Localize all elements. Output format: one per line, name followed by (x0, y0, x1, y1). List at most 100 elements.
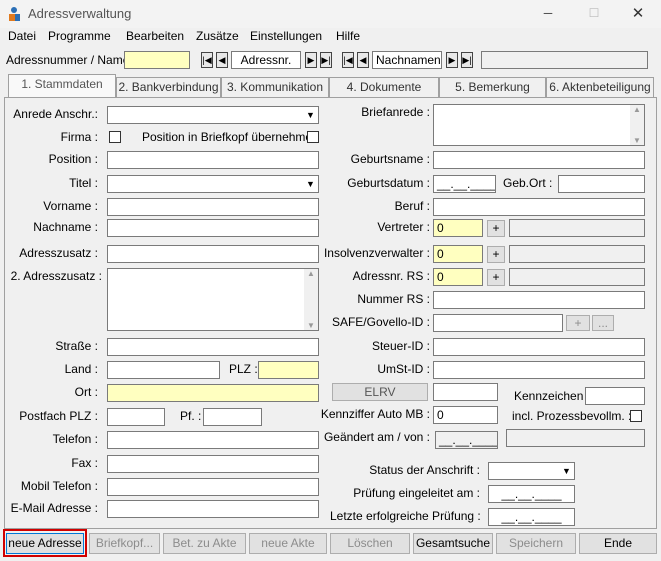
beruf-input[interactable] (433, 198, 645, 216)
last-record-button[interactable]: ▶| (320, 52, 332, 68)
elrv-button[interactable]: ELRV (332, 383, 428, 401)
adressnr-rs-add-button[interactable]: + (487, 269, 505, 286)
neue-adresse-button[interactable]: neue Adresse (6, 533, 84, 554)
telefon-input[interactable] (107, 431, 319, 449)
gesamtsuche-button[interactable]: Gesamtsuche (413, 533, 493, 554)
app-icon (6, 6, 22, 22)
adressnummer-input[interactable] (124, 51, 190, 69)
umst-input[interactable] (433, 361, 645, 379)
prev-record-button[interactable]: ◀ (216, 52, 228, 68)
speichern-button[interactable]: Speichern (496, 533, 576, 554)
nummer-rs-label: Nummer RS : (357, 292, 430, 306)
status-select[interactable]: ▼ (488, 462, 575, 480)
maximize-icon[interactable]: ☐ (584, 6, 604, 22)
tab-aktenbeteiligung[interactable]: 6. Aktenbeteiligung (546, 77, 654, 97)
land-input[interactable] (107, 361, 220, 379)
bet-zu-akte-button[interactable]: Bet. zu Akte (163, 533, 246, 554)
chevron-down-icon: ▼ (558, 463, 574, 479)
menu-bearbeiten[interactable]: Bearbeiten (126, 28, 184, 44)
geburtsdatum-label: Geburtsdatum : (347, 176, 430, 190)
first-record-button[interactable]: |◀ (201, 52, 213, 68)
neue-akte-button[interactable]: neue Akte (249, 533, 327, 554)
titel-select[interactable]: ▼ (107, 175, 319, 193)
loeschen-button[interactable]: Löschen (330, 533, 410, 554)
steuer-input[interactable] (433, 338, 645, 356)
adresszusatz-input[interactable] (107, 245, 319, 263)
close-icon[interactable]: ✕ (628, 4, 648, 22)
pf-input[interactable] (203, 408, 262, 426)
next-record-button[interactable]: ▶ (305, 52, 317, 68)
anrede-select[interactable]: ▼ (107, 106, 319, 124)
email-input[interactable] (107, 500, 319, 518)
pruefung-input[interactable]: __.__.____ (488, 485, 575, 503)
postfach-plz-input[interactable] (107, 408, 165, 426)
title-bar: Adressverwaltung ─ ☐ ✕ (0, 0, 661, 28)
tab-stammdaten[interactable]: 1. Stammdaten (8, 74, 116, 98)
plz-input[interactable] (258, 361, 319, 379)
adressnummer-label: Adressnummer / Name : (6, 53, 137, 67)
postfach-plz-label: Postfach PLZ : (19, 409, 98, 423)
safe-add-button[interactable]: + (566, 315, 590, 331)
insolvenz-add-button[interactable]: + (487, 246, 505, 263)
tab-bankverbindung[interactable]: 2. Bankverbindung (116, 77, 221, 97)
adresszusatz-label: Adresszusatz : (19, 246, 98, 260)
menu-einstellungen[interactable]: Einstellungen (250, 28, 322, 44)
geburtsdatum-input[interactable]: __.__.____ (433, 175, 496, 193)
menu-hilfe[interactable]: Hilfe (336, 28, 360, 44)
tab-kommunikation[interactable]: 3. Kommunikation (221, 77, 329, 97)
insolvenz-input[interactable]: 0 (433, 245, 483, 263)
adressnr-sort-label[interactable]: Adressnr. (231, 51, 301, 69)
prozess-checkbox[interactable] (630, 410, 642, 422)
kennzeichen-input[interactable] (585, 387, 645, 405)
position-briefkopf-checkbox[interactable] (307, 131, 319, 143)
safe-input[interactable] (433, 314, 563, 332)
nachname-sort-label[interactable]: Nachnamen (372, 51, 442, 69)
prev-name-button[interactable]: ◀ (357, 52, 369, 68)
vertreter-input[interactable]: 0 (433, 219, 483, 237)
land-label: Land : (64, 362, 98, 376)
strasse-input[interactable] (107, 338, 319, 356)
geb-ort-input[interactable] (558, 175, 645, 193)
tab-dokumente[interactable]: 4. Dokumente (329, 77, 439, 97)
briefkopf-button[interactable]: Briefkopf... (89, 533, 160, 554)
ende-button[interactable]: Ende (579, 533, 657, 554)
vorname-input[interactable] (107, 198, 319, 216)
adressnr-rs-input[interactable]: 0 (433, 268, 483, 286)
next-name-button[interactable]: ▶ (446, 52, 458, 68)
fax-input[interactable] (107, 455, 319, 473)
safe-label: SAFE/Govello-ID : (331, 315, 430, 329)
adresszusatz2-label: 2. Adresszusatz : (10, 269, 102, 283)
geburtsname-input[interactable] (433, 151, 645, 169)
adresszusatz2-textarea[interactable]: ▲ ▼ (107, 268, 319, 331)
minimize-icon[interactable]: ─ (538, 6, 558, 22)
letzte-input[interactable]: __.__.____ (488, 508, 575, 526)
position-input[interactable] (107, 151, 319, 169)
anrede-label: Anrede Anschr.: (13, 107, 98, 121)
vertreter-add-button[interactable]: + (487, 220, 505, 237)
scrollbar[interactable]: ▲ ▼ (630, 105, 644, 145)
menu-zusaetze[interactable]: Zusätze (196, 28, 239, 44)
nummer-rs-input[interactable] (433, 291, 645, 309)
kennzeichen-label: Kennzeichen : (514, 389, 591, 403)
vertreter-name (509, 219, 645, 237)
safe-more-button[interactable]: ... (592, 315, 614, 331)
tab-bemerkung[interactable]: 5. Bemerkung (439, 77, 546, 97)
kennziffer-input[interactable]: 0 (433, 406, 498, 424)
ort-input[interactable] (107, 384, 319, 402)
window-title: Adressverwaltung (28, 6, 132, 21)
menu-programme[interactable]: Programme (48, 28, 111, 44)
elrv-input[interactable] (433, 383, 498, 401)
mobil-input[interactable] (107, 478, 319, 496)
geaendert-user (506, 429, 645, 447)
firma-checkbox[interactable] (109, 131, 121, 143)
geburtsname-label: Geburtsname : (350, 152, 430, 166)
scrollbar[interactable]: ▲ ▼ (304, 269, 318, 330)
first-name-button[interactable]: |◀ (342, 52, 354, 68)
nachname-input[interactable] (107, 219, 319, 237)
mobil-label: Mobil Telefon : (20, 479, 98, 493)
telefon-label: Telefon : (52, 432, 98, 446)
last-name-button[interactable]: ▶| (461, 52, 473, 68)
briefanrede-textarea[interactable]: ▲ ▼ (433, 104, 645, 146)
position-label: Position : (48, 152, 98, 166)
menu-datei[interactable]: Datei (8, 28, 36, 44)
